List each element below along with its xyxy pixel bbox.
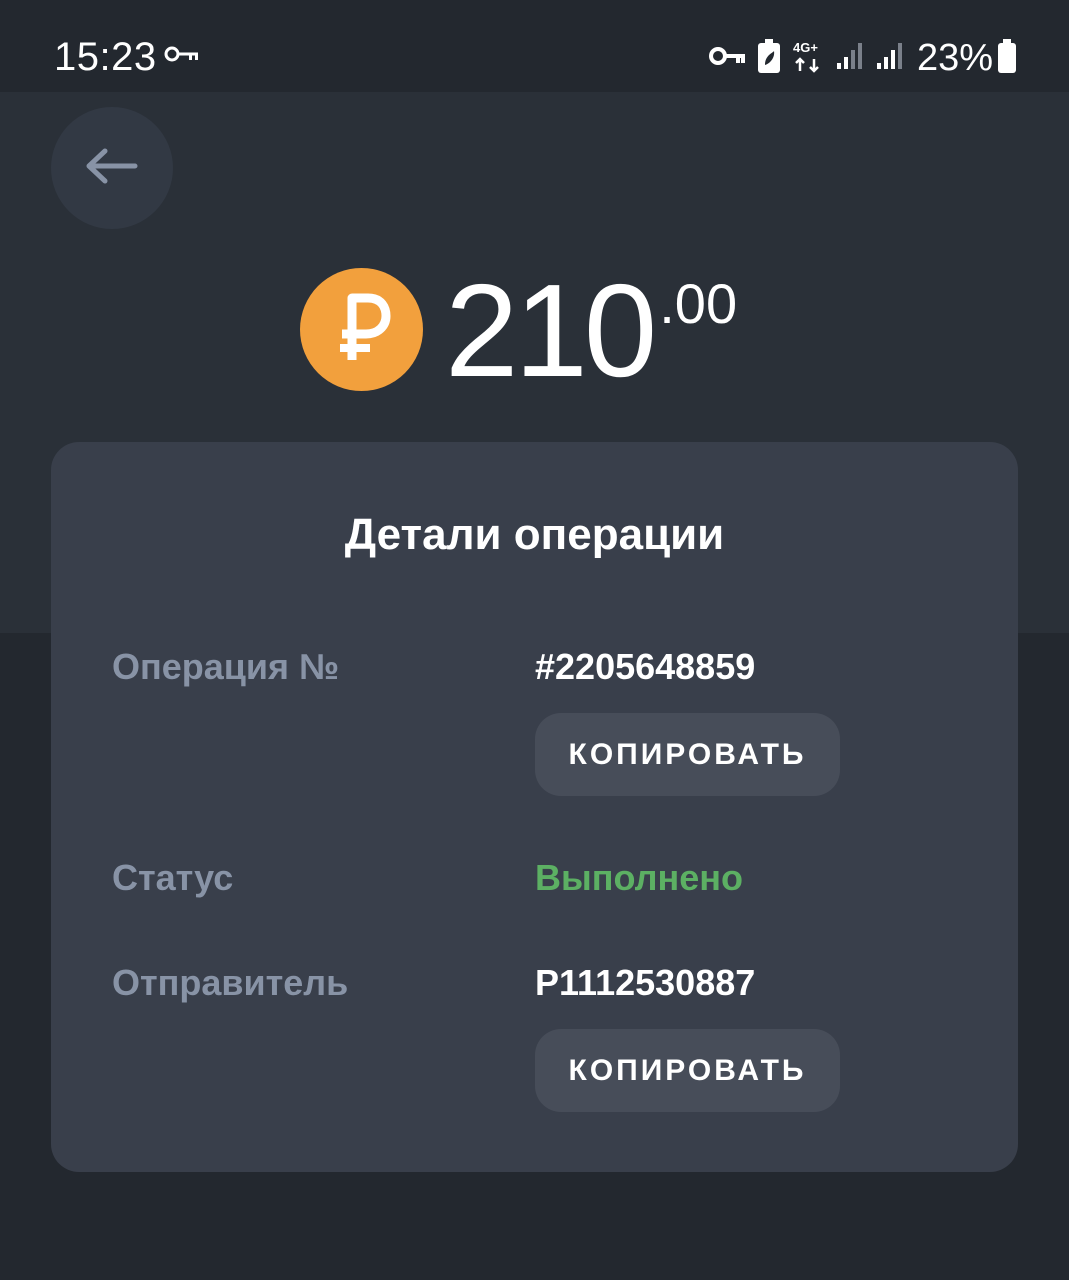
vpn-key-icon [708, 44, 747, 73]
status-label: Статус [112, 857, 234, 898]
status-time: 15:23 [54, 35, 157, 79]
battery-percent: 23% [916, 37, 993, 79]
signal-icon [875, 41, 905, 76]
amount-integer: 210 [445, 257, 657, 404]
amount-fraction: .00 [659, 272, 738, 335]
signal-icon [835, 41, 865, 76]
network-4g-icon: 4G+ [791, 39, 825, 78]
sender-value: P1112530887 [535, 962, 756, 1003]
operation-number-value: #2205648859 [535, 646, 756, 687]
arrow-left-icon [85, 148, 139, 189]
vpn-key-icon [164, 44, 200, 69]
status-value: Выполнено [535, 857, 743, 898]
status-bar: 15:23 4G+ 23% [0, 0, 1069, 92]
operation-number-label: Операция № [112, 646, 340, 687]
status-icons: 4G+ 23% [699, 36, 1017, 80]
card-title: Детали операции [344, 510, 725, 559]
battery-icon [997, 38, 1017, 78]
copy-operation-number-button[interactable]: КОПИРОВАТЬ [535, 713, 840, 796]
amount-display: 210 .00 [300, 257, 738, 404]
operation-details-card: Детали операции Операция № #2205648859 К… [51, 442, 1018, 1172]
ruble-coin-icon [300, 268, 423, 391]
sender-label: Отправитель [112, 962, 349, 1003]
back-button[interactable] [51, 107, 173, 229]
svg-text:4G+: 4G+ [793, 40, 818, 55]
copy-sender-button[interactable]: КОПИРОВАТЬ [535, 1029, 840, 1112]
battery-saver-icon [757, 38, 781, 78]
